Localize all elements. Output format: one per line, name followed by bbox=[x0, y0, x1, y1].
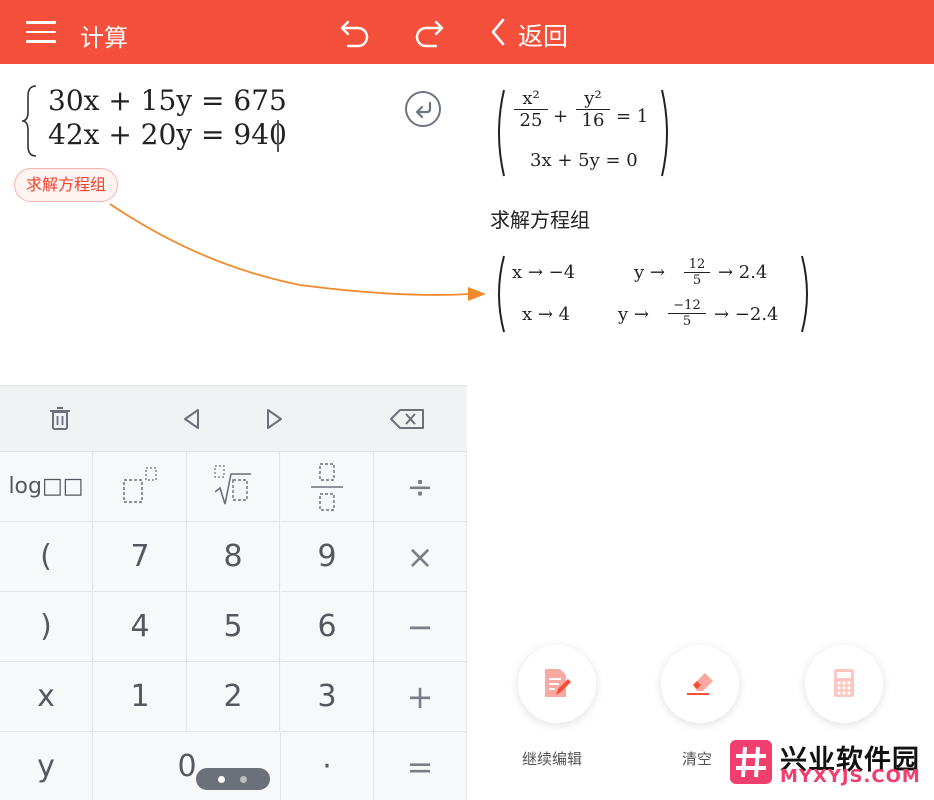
key-open-paren[interactable]: ( bbox=[0, 522, 93, 592]
fraction-numerator: 12 bbox=[684, 257, 710, 273]
solution-y-approx: → 2.4 bbox=[718, 262, 768, 283]
cursor-left-icon[interactable] bbox=[176, 403, 208, 435]
key-7[interactable]: 7 bbox=[94, 522, 187, 592]
keypad-toolbar bbox=[0, 386, 467, 452]
hash-logo-icon bbox=[736, 746, 766, 778]
cursor-right-icon[interactable] bbox=[258, 403, 290, 435]
solution-y-fraction: 12 5 bbox=[684, 257, 710, 288]
key-5[interactable]: 5 bbox=[187, 592, 280, 662]
key-4[interactable]: 4 bbox=[94, 592, 187, 662]
fraction-x2-25: x² 25 bbox=[514, 88, 548, 131]
key-close-paren[interactable]: ) bbox=[0, 592, 93, 662]
solution-x: x → 4 bbox=[522, 304, 571, 325]
equation-rhs: = 1 bbox=[616, 106, 649, 127]
key-minus[interactable]: − bbox=[374, 592, 467, 662]
solution-y-prefix: y → bbox=[618, 304, 649, 325]
page-dot bbox=[240, 776, 247, 783]
right-paren bbox=[661, 89, 668, 177]
key-x[interactable]: x bbox=[0, 662, 93, 732]
fraction-denominator: 5 bbox=[692, 273, 702, 288]
calculator-button[interactable] bbox=[805, 645, 883, 723]
key-log[interactable]: log□□ bbox=[0, 452, 93, 522]
key-6[interactable]: 6 bbox=[281, 592, 374, 662]
key-nth-root[interactable] bbox=[187, 452, 280, 522]
key-decimal[interactable]: · bbox=[281, 732, 374, 800]
fraction-template-icon bbox=[311, 463, 343, 511]
watermark-logo bbox=[730, 740, 772, 784]
solution-y-prefix: y → bbox=[634, 262, 665, 283]
trash-icon[interactable] bbox=[44, 403, 76, 435]
continue-edit-label: 继续编辑 bbox=[522, 750, 583, 768]
key-3[interactable]: 3 bbox=[281, 662, 374, 732]
key-8[interactable]: 8 bbox=[187, 522, 280, 592]
key-2[interactable]: 2 bbox=[187, 662, 280, 732]
fraction-denominator: 16 bbox=[581, 110, 605, 131]
continue-edit-button[interactable] bbox=[518, 645, 596, 723]
fraction-numerator: −12 bbox=[668, 298, 706, 314]
left-paren bbox=[498, 255, 505, 333]
key-1[interactable]: 1 bbox=[94, 662, 187, 732]
power-template-icon bbox=[123, 467, 157, 503]
backspace-icon[interactable] bbox=[388, 403, 428, 435]
keypad-page-indicator[interactable] bbox=[196, 768, 270, 790]
solution-x: x → −4 bbox=[512, 262, 576, 283]
result-title: 求解方程组 bbox=[490, 208, 590, 232]
clear-label: 清空 bbox=[682, 750, 713, 768]
key-plus[interactable]: + bbox=[374, 662, 467, 732]
fraction-denominator: 5 bbox=[682, 314, 692, 329]
solution-y-fraction: −12 5 bbox=[668, 298, 706, 329]
key-divide[interactable]: ÷ bbox=[374, 452, 467, 522]
key-fraction[interactable] bbox=[281, 452, 374, 522]
plus-sign: + bbox=[553, 106, 569, 127]
left-paren bbox=[498, 89, 505, 177]
key-y[interactable]: y bbox=[0, 732, 93, 800]
calculator-icon bbox=[834, 669, 854, 697]
right-paren bbox=[801, 255, 808, 333]
key-multiply[interactable]: × bbox=[374, 522, 467, 592]
math-keypad: log□□ ÷ ( 7 8 9 ×) 4 5 6 − x 1 2 3 + y … bbox=[0, 385, 467, 800]
edit-document-icon bbox=[545, 669, 571, 697]
key-9[interactable]: 9 bbox=[281, 522, 374, 592]
page-dot bbox=[218, 776, 225, 783]
fraction-denominator: 25 bbox=[519, 110, 543, 131]
fraction-y2-16: y² 16 bbox=[576, 88, 610, 131]
clear-button[interactable] bbox=[661, 645, 739, 723]
system-equation-2: 3x + 5y = 0 bbox=[530, 150, 638, 171]
fraction-numerator: y² bbox=[576, 88, 610, 110]
fraction-numerator: x² bbox=[514, 88, 548, 110]
watermark-url: MYXYJS.COM bbox=[780, 766, 921, 787]
nth-root-template-icon bbox=[214, 465, 251, 505]
key-power[interactable] bbox=[94, 452, 187, 522]
key-equals[interactable]: = bbox=[374, 732, 467, 800]
eraser-icon bbox=[687, 673, 713, 695]
solution-y-approx: → −2.4 bbox=[714, 304, 779, 325]
